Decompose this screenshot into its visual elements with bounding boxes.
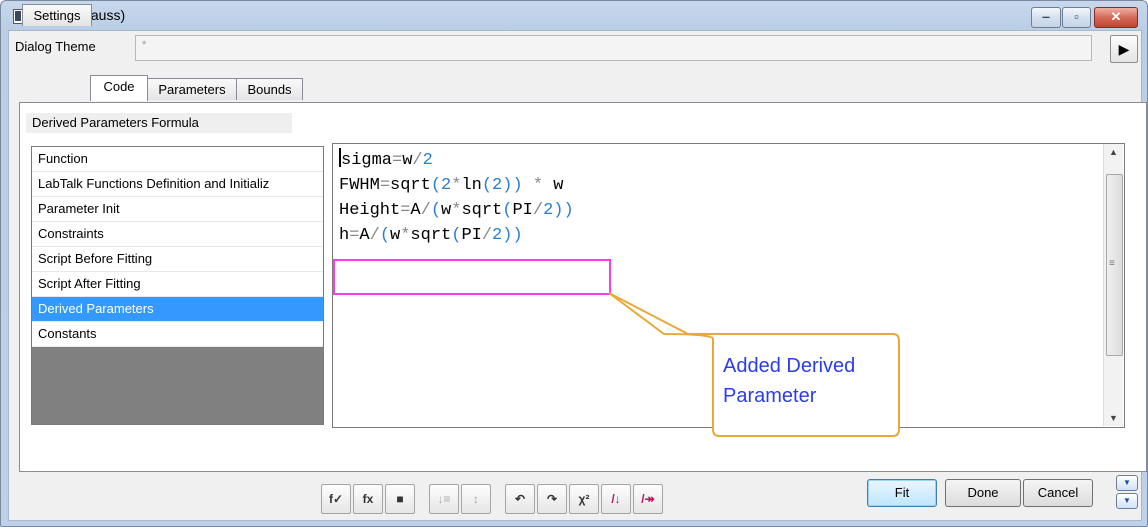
function-icon: fx [362,492,374,506]
code-line[interactable]: Height=A/(w*sqrt(PI/2)) [339,198,574,223]
tab-code[interactable]: Code [90,75,148,101]
grip-icon: ≡ [1109,258,1115,269]
callout-text: Added Derived Parameter [723,351,855,411]
nlfit-dialog: NLFit (Gauss) ‒ ▫ ✕ Dialog Theme * ▶ Set… [0,0,1148,527]
collapse-up-button[interactable]: ▼ [1116,475,1138,491]
undo-icon: ↶ [514,492,526,506]
redo-icon: ↷ [546,492,558,506]
chevron-down-icon: ▼ [1123,496,1131,505]
code-line[interactable]: sigma=w/2 [339,148,574,173]
dialog-theme-value: * [142,39,147,51]
redo-button[interactable]: ↷ [537,484,567,514]
close-icon: ✕ [1110,9,1122,24]
close-button[interactable]: ✕ [1094,7,1138,28]
callout-line-2: Parameter [723,385,817,407]
dialog-theme-select[interactable]: * [135,35,1092,61]
list-item-labtalk-functions[interactable]: LabTalk Functions Definition and Initial… [32,172,323,197]
sort-up-button[interactable]: ↕ [461,484,491,514]
compile-button[interactable]: f✓ [321,484,351,514]
chevron-down-icon: ▼ [1123,478,1131,487]
editor-scrollbar[interactable]: ▲ ≡ ▼ [1103,144,1123,426]
code-line[interactable]: FWHM=sqrt(2*ln(2)) * w [339,173,574,198]
highlight-box [333,259,611,295]
sort-up-icon: ↕ [473,492,479,506]
code-section-list[interactable]: Function LabTalk Functions Definition an… [31,146,324,425]
code-line[interactable]: h=A/(w*sqrt(PI/2)) [339,223,574,248]
maximize-button[interactable]: ▫ [1062,7,1091,28]
fit-until-converge-icon: /↠ [641,492,655,506]
list-item-function[interactable]: Function [32,147,323,172]
cancel-button[interactable]: Cancel [1023,479,1093,507]
tab-settings[interactable]: Settings [22,4,92,26]
save-button[interactable]: ■ [385,484,415,514]
theme-menu-button[interactable]: ▶ [1110,35,1138,63]
tab-bounds[interactable]: Bounds [236,78,303,100]
sort-down-button[interactable]: ↓≡ [429,484,459,514]
list-item-derived-parameters[interactable]: Derived Parameters [32,297,323,322]
callout-line-1: Added Derived [723,355,856,377]
function-button[interactable]: fx [353,484,383,514]
code-text[interactable]: sigma=w/2 FWHM=sqrt(2*ln(2)) * w Height=A/… [339,148,574,248]
chi-square-icon: χ² [578,492,590,506]
triangle-right-icon: ▶ [1118,41,1130,57]
fit-one-icon: /↓ [611,492,621,506]
minimize-button[interactable]: ‒ [1031,7,1061,28]
collapse-down-button[interactable]: ▼ [1116,493,1138,509]
section-label: Derived Parameters Formula [26,113,292,133]
list-item-script-after[interactable]: Script After Fitting [32,272,323,297]
undo-button[interactable]: ↶ [505,484,535,514]
scroll-up-icon[interactable]: ▲ [1104,144,1123,160]
list-item-constraints[interactable]: Constraints [32,222,323,247]
list-item-script-before[interactable]: Script Before Fitting [32,247,323,272]
chi-square-button[interactable]: χ² [569,484,599,514]
dialog-theme-label: Dialog Theme [15,39,96,54]
list-item-constants[interactable]: Constants [32,322,323,347]
fit-one-button[interactable]: /↓ [601,484,631,514]
sort-down-icon: ↓≡ [437,492,451,506]
scroll-down-icon[interactable]: ▼ [1104,410,1123,426]
compile-icon: f✓ [328,492,344,506]
maximize-icon: ▫ [1074,9,1079,24]
fit-button[interactable]: Fit [867,479,937,507]
save-icon: ■ [396,492,404,506]
minimize-icon: ‒ [1042,9,1050,24]
tab-parameters[interactable]: Parameters [146,78,238,100]
done-button[interactable]: Done [945,479,1021,507]
list-item-parameter-init[interactable]: Parameter Init [32,197,323,222]
fit-converge-button[interactable]: /↠ [633,484,663,514]
title-bar[interactable]: NLFit (Gauss) ‒ ▫ ✕ [1,1,1147,29]
